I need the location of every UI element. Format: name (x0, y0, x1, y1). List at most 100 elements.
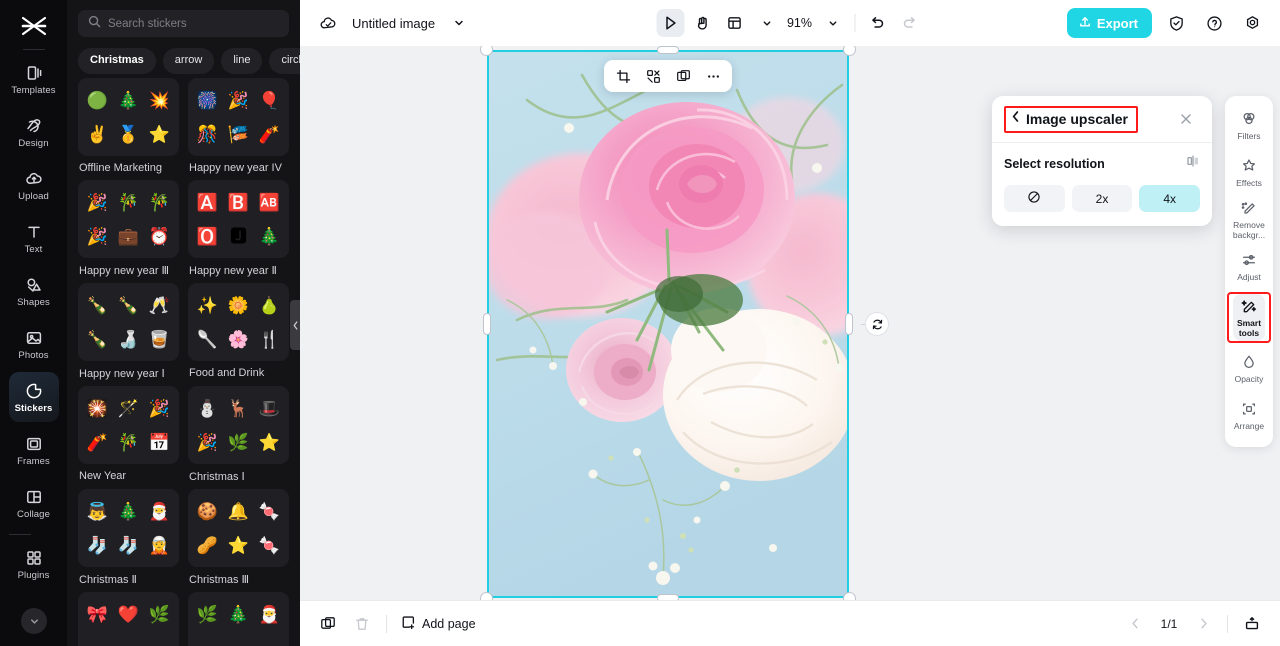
tool-adjust[interactable]: Adjust (1229, 243, 1269, 290)
sticker-category[interactable]: 🍪 🔔 🍬 🥜 ⭐ 🍬 Christmas Ⅲ (188, 489, 289, 586)
pages-panel-icon[interactable] (1238, 610, 1266, 638)
sticker-category[interactable]: 🎆 🎉 🎈 🎊 🎏 🧨 Happy new year IV (188, 78, 289, 174)
sticker-thumb[interactable]: 🧝 (149, 537, 170, 554)
more-options-icon[interactable] (699, 62, 727, 90)
sticker-category[interactable]: 🌿 🎄 🎅 (188, 592, 289, 646)
sticker-thumb[interactable]: 🥜 (197, 537, 218, 554)
sticker-thumb[interactable]: 🎇 (87, 400, 108, 417)
sticker-thumb[interactable]: 🌿 (228, 434, 249, 451)
sidebar-item-design[interactable]: Design (9, 107, 59, 157)
rotate-icon[interactable] (865, 312, 889, 336)
shield-check-icon[interactable] (1162, 9, 1190, 37)
sticker-thumb[interactable]: 🎉 (228, 92, 249, 109)
canvas-area[interactable]: Image upscaler Select resolution 2x 4x F… (300, 43, 1280, 605)
sticker-thumb[interactable]: 🥃 (149, 331, 170, 348)
sticker-thumb[interactable]: ⭐ (149, 126, 170, 143)
duplicate-icon[interactable] (669, 62, 697, 90)
sticker-thumb[interactable]: 🎅 (149, 503, 170, 520)
sticker-thumb[interactable]: 🥂 (149, 297, 170, 314)
sidebar-item-frames[interactable]: Frames (9, 425, 59, 475)
sticker-thumbnails[interactable]: 👼 🎄 🎅 🧦 🧦 🧝 (78, 489, 179, 567)
sticker-thumb[interactable]: 🆎 (259, 194, 280, 211)
sticker-category[interactable]: 🟢 🎄 💥 ✌️ 🥇 ⭐ Offline Marketing (78, 78, 179, 174)
document-title[interactable]: Untitled image (352, 16, 435, 31)
resize-handle-left[interactable] (483, 313, 491, 335)
sidebar-collapse-button[interactable] (21, 608, 47, 634)
resize-handle-right[interactable] (845, 313, 853, 335)
add-page-button[interactable]: Add page (397, 611, 480, 637)
sticker-thumb[interactable]: 👼 (87, 503, 108, 520)
sticker-thumb[interactable]: 🎅 (259, 606, 280, 623)
tool-remove-backgr[interactable]: Remove backgr... (1229, 196, 1269, 243)
sticker-thumb[interactable]: ✌️ (87, 126, 108, 143)
selected-image-frame[interactable] (480, 43, 889, 605)
panel-collapse-handle[interactable] (290, 300, 300, 350)
sticker-thumb[interactable]: 🧦 (87, 537, 108, 554)
sticker-thumb[interactable]: 🎄 (228, 606, 249, 623)
close-icon[interactable] (1172, 105, 1200, 133)
sticker-category[interactable]: 🍾 🍾 🥂 🍾 🍶 🥃 Happy new year Ⅰ (78, 283, 179, 380)
resolution-option-none[interactable] (1004, 185, 1065, 212)
tag-chip-christmas[interactable]: Christmas (78, 48, 156, 74)
sticker-thumbnails[interactable]: 🟢 🎄 💥 ✌️ 🥇 ⭐ (78, 78, 179, 156)
sticker-thumb[interactable]: 🎩 (259, 400, 280, 417)
sticker-thumb[interactable]: 🧨 (87, 434, 108, 451)
sticker-thumbnails[interactable]: 🌿 🎄 🎅 (188, 592, 289, 646)
sticker-thumb[interactable]: ⛄ (197, 400, 218, 417)
sticker-thumb[interactable]: 💥 (149, 92, 170, 109)
resolution-option-4x[interactable]: 4x (1139, 185, 1201, 212)
sticker-thumbnails[interactable]: ✨ 🌼 🍐 🥄 🌸 🍴 (188, 283, 289, 361)
sticker-thumb[interactable]: 🎏 (228, 126, 249, 143)
sticker-thumb[interactable]: 🦌 (228, 400, 249, 417)
redo-icon[interactable] (896, 9, 924, 37)
sticker-thumb[interactable]: 🍐 (259, 297, 280, 314)
sticker-thumbnails[interactable]: 🎀 ❤️ 🌿 (78, 592, 179, 646)
layout-icon[interactable] (721, 9, 749, 37)
sticker-thumbnails[interactable]: 🍪 🔔 🍬 🥜 ⭐ 🍬 (188, 489, 289, 567)
sticker-thumb[interactable]: 🌼 (228, 297, 249, 314)
sticker-thumb[interactable]: 🍶 (118, 331, 139, 348)
sidebar-item-collage[interactable]: Collage (9, 478, 59, 528)
sidebar-item-photos[interactable]: Photos (9, 319, 59, 369)
sticker-thumb[interactable]: 🍾 (118, 297, 139, 314)
sticker-thumb[interactable]: 🎈 (259, 92, 280, 109)
sticker-thumb[interactable]: 🔔 (228, 503, 249, 520)
sticker-thumb[interactable]: 🎄 (118, 92, 139, 109)
sticker-thumb[interactable]: 🥄 (197, 331, 218, 348)
sticker-thumb[interactable]: 🎉 (149, 400, 170, 417)
zoom-chevron-down-icon[interactable] (819, 9, 847, 37)
sticker-category[interactable]: 🅰️ 🅱️ 🆎 🅾️ 🅹 🎄 Happy new year Ⅱ (188, 180, 289, 277)
compare-split-icon[interactable] (1186, 154, 1200, 173)
gear-icon[interactable] (1238, 9, 1266, 37)
sticker-thumb[interactable]: 🧦 (118, 537, 139, 554)
sticker-thumb[interactable]: 🪄 (118, 400, 139, 417)
tool-smart-tools[interactable]: Smart tools (1233, 294, 1265, 341)
sticker-category[interactable]: 🎀 ❤️ 🌿 (78, 592, 179, 646)
sticker-thumb[interactable]: 🧨 (259, 126, 280, 143)
tag-chip-arrow[interactable]: arrow (162, 48, 215, 74)
sticker-category[interactable]: 🎉 🎋 🎋 🎉 💼 ⏰ Happy new year Ⅲ (78, 180, 179, 277)
sticker-thumb[interactable]: 🎉 (87, 194, 108, 211)
help-circle-icon[interactable] (1200, 9, 1228, 37)
sticker-thumb[interactable]: 🎋 (149, 194, 170, 211)
sticker-thumb[interactable]: 🅹 (230, 228, 247, 245)
cursor-select-icon[interactable] (656, 9, 685, 37)
sticker-category[interactable]: ⛄ 🦌 🎩 🎉 🌿 ⭐ Christmas Ⅰ (188, 386, 289, 483)
search-input[interactable] (108, 17, 279, 30)
sticker-thumb[interactable]: ❤️ (118, 606, 139, 623)
title-chevron-down-icon[interactable] (445, 9, 473, 37)
tool-filters[interactable]: Filters (1229, 102, 1269, 149)
sticker-thumbnails[interactable]: ⛄ 🦌 🎩 🎉 🌿 ⭐ (188, 386, 289, 464)
sticker-thumbnails[interactable]: 🎇 🪄 🎉 🧨 🎋 📅 (78, 386, 179, 464)
export-button[interactable]: Export (1066, 8, 1152, 38)
sticker-thumb[interactable]: 💼 (118, 228, 139, 245)
resize-handle-top[interactable] (657, 46, 679, 54)
tool-arrange[interactable]: Arrange (1229, 392, 1269, 439)
sticker-thumb[interactable]: ✨ (197, 297, 218, 314)
sticker-thumb[interactable]: 🎄 (259, 228, 280, 245)
sticker-thumb[interactable]: 🎊 (197, 126, 218, 143)
tool-effects[interactable]: Effects (1229, 149, 1269, 196)
sidebar-item-upload[interactable]: Upload (9, 160, 59, 210)
sticker-thumb[interactable]: 🟢 (87, 92, 108, 109)
back-chevron-left-icon[interactable] (1010, 110, 1021, 128)
